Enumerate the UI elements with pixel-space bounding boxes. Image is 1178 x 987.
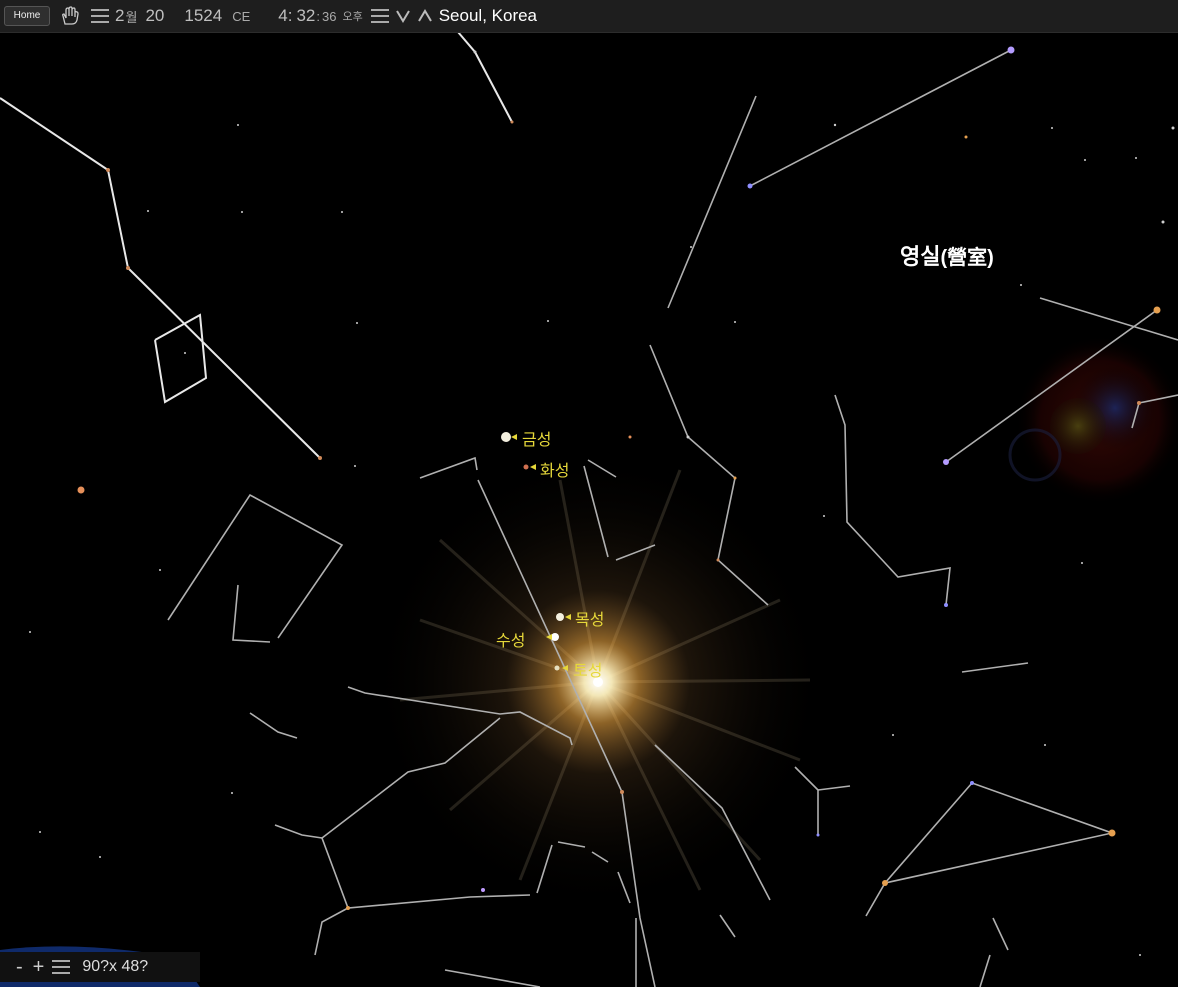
date-menu-icon[interactable]	[91, 9, 109, 23]
minute-value: 32	[296, 6, 316, 25]
zoom-out-button[interactable]: -	[16, 957, 23, 977]
bottom-toolbar: - + 90?x 48?	[0, 952, 200, 982]
jupiter-marker	[556, 613, 564, 621]
venus-label[interactable]: 금성	[522, 426, 551, 450]
ampm-value: 오후	[342, 11, 363, 23]
month-value: 2	[115, 6, 125, 25]
home-button[interactable]: Home	[4, 6, 50, 26]
hand-icon[interactable]	[59, 6, 81, 26]
time-display[interactable]: 4: 32: 36 오후	[278, 6, 362, 26]
location-label[interactable]: Seoul, Korea	[439, 6, 537, 26]
day-value: 20	[145, 6, 165, 25]
sky-view[interactable]	[0, 0, 1178, 987]
mars-marker	[523, 464, 529, 470]
top-toolbar: Home 2월 20 1524 CE 4: 32: 36 오후 Seoul, K…	[0, 0, 1178, 33]
date-display[interactable]: 2월 20	[115, 6, 164, 26]
field-of-view-label: 90?x 48?	[82, 958, 149, 975]
saturn-marker	[554, 665, 560, 671]
constellation-label[interactable]: 영실(營室)	[900, 239, 994, 271]
month-unit: 월	[125, 9, 138, 25]
menu-icon[interactable]	[370, 9, 389, 23]
second-value: 36	[322, 8, 337, 24]
year-display[interactable]: 1524 CE	[184, 6, 250, 26]
lens-flare	[1008, 335, 1178, 505]
constellation-hanja: (營室)	[940, 247, 994, 269]
mercury-marker	[551, 633, 559, 641]
hour-value: 4	[278, 6, 288, 25]
constellation-lines-bright	[0, 31, 513, 459]
zoom-in-button[interactable]: +	[33, 957, 45, 977]
era-value: CE	[232, 8, 251, 24]
saturn-label[interactable]: 토성	[573, 657, 602, 681]
year-value: 1524	[184, 6, 223, 25]
chevron-down-icon[interactable]	[395, 9, 411, 23]
view-menu-icon[interactable]	[52, 960, 71, 974]
chevron-up-icon[interactable]	[417, 9, 433, 23]
venus-marker	[501, 432, 511, 442]
mercury-label[interactable]: 수성	[496, 627, 525, 651]
constellation-name: 영실	[900, 244, 941, 269]
mars-label[interactable]: 화성	[540, 457, 569, 481]
jupiter-label[interactable]: 목성	[575, 606, 604, 630]
